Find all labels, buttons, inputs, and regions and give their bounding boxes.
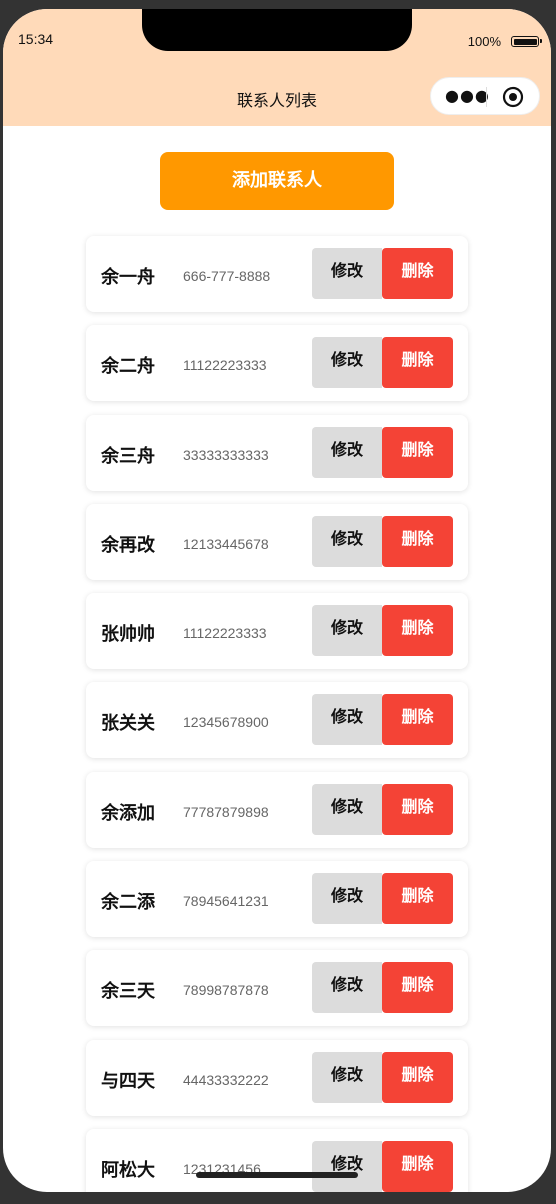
contact-name: 余添加 (101, 802, 155, 824)
contact-card: 与四天 44433332222 修改 删除 (86, 1039, 468, 1116)
delete-button[interactable]: 删除 (382, 873, 453, 925)
edit-button[interactable]: 修改 (312, 1140, 382, 1192)
edit-button[interactable]: 修改 (312, 337, 382, 389)
contact-card: 余添加 77787879898 修改 删除 (86, 771, 468, 848)
contact-name: 余二舟 (101, 356, 155, 378)
edit-button[interactable]: 修改 (312, 515, 382, 567)
phone-screen: 15:34 100% 联系人列表 ●●● 添加联系人 余一舟 666-777-88… (3, 9, 551, 1192)
battery-percent: 100% (467, 34, 501, 49)
contact-name: 余再改 (101, 534, 155, 556)
nav-bar: 联系人列表 ●●● (3, 69, 551, 126)
contact-phone: 78998787878 (183, 982, 269, 999)
edit-button[interactable]: 修改 (312, 783, 382, 835)
delete-button[interactable]: 删除 (382, 1051, 453, 1103)
contact-phone: 11122223333 (183, 625, 267, 642)
delete-button[interactable]: 删除 (382, 605, 453, 657)
contact-phone: 12133445678 (183, 535, 269, 552)
main-content: 添加联系人 余一舟 666-777-8888 修改 删除 余二舟 11122223333 修… (3, 126, 551, 1192)
contact-card: 余二添 78945641231 修改 删除 (86, 861, 468, 938)
edit-button[interactable]: 修改 (312, 1051, 382, 1103)
contact-name: 与四天 (101, 1070, 155, 1092)
home-indicator[interactable] (196, 1172, 358, 1178)
contact-name: 阿松大 (101, 1159, 155, 1181)
contact-phone: 666-777-8888 (183, 268, 271, 284)
battery-icon (511, 36, 542, 47)
contact-phone: 12345678900 (183, 714, 269, 731)
delete-button[interactable]: 删除 (382, 515, 453, 567)
edit-button[interactable]: 修改 (312, 605, 382, 657)
contact-name: 张帅帅 (101, 624, 155, 646)
contact-card: 余再改 12133445678 修改 删除 (86, 503, 468, 580)
edit-button[interactable]: 修改 (312, 962, 382, 1014)
status-time: 15:34 (18, 31, 54, 47)
add-contact-button[interactable]: 添加联系人 (160, 152, 394, 210)
contact-card: 阿松大 1231231456 修改 删除 (86, 1128, 468, 1192)
edit-button[interactable]: 修改 (312, 694, 382, 746)
delete-button[interactable]: 删除 (382, 248, 453, 299)
edit-button[interactable]: 修改 (312, 248, 382, 299)
contact-card: 张关关 12345678900 修改 删除 (86, 682, 468, 759)
edit-button[interactable]: 修改 (312, 426, 382, 478)
more-dots-icon[interactable]: ●●● (445, 88, 490, 104)
contact-card: 余一舟 666-777-8888 修改 删除 (86, 236, 468, 312)
contact-name: 余二添 (101, 892, 155, 914)
contact-card: 张帅帅 11122223333 修改 删除 (86, 593, 468, 670)
contact-name: 余三舟 (101, 445, 155, 467)
contact-name: 余一舟 (101, 267, 155, 288)
contact-phone: 44433332222 (183, 1071, 269, 1088)
contact-list: 余一舟 666-777-8888 修改 删除 余二舟 11122223333 修改 删除 余三舟… (86, 236, 468, 1192)
delete-button[interactable]: 删除 (382, 694, 453, 746)
delete-button[interactable]: 删除 (382, 962, 453, 1014)
target-circle-icon[interactable] (502, 86, 524, 108)
contact-phone: 33333333333 (183, 446, 269, 463)
contact-phone: 11122223333 (183, 357, 267, 374)
delete-button[interactable]: 删除 (382, 426, 453, 478)
delete-button[interactable]: 删除 (382, 783, 453, 835)
contact-name: 余三天 (101, 981, 155, 1003)
capsule-divider (486, 87, 487, 107)
contact-name: 张关关 (101, 713, 155, 735)
contact-phone: 77787879898 (183, 803, 269, 820)
status-bar: 15:34 100% (3, 9, 551, 69)
delete-button[interactable]: 删除 (382, 337, 453, 389)
contact-card: 余三舟 33333333333 修改 删除 (86, 414, 468, 491)
contact-phone: 78945641231 (183, 893, 269, 910)
contact-card: 余二舟 11122223333 修改 删除 (86, 325, 468, 402)
contact-card: 余三天 78998787878 修改 删除 (86, 950, 468, 1027)
delete-button[interactable]: 删除 (382, 1140, 453, 1192)
mini-program-capsule: ●●● (430, 77, 540, 115)
edit-button[interactable]: 修改 (312, 873, 382, 925)
notch (142, 9, 412, 51)
